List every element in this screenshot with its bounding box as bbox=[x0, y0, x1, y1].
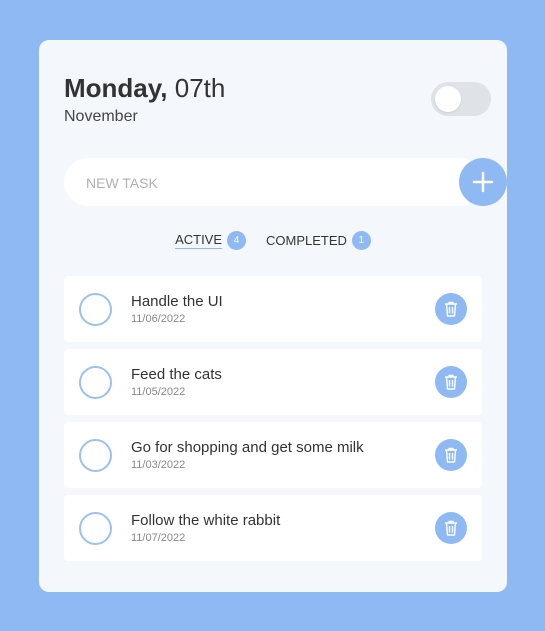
task-text: Handle the UI 11/06/2022 bbox=[131, 293, 223, 325]
completed-count-badge: 1 bbox=[351, 231, 371, 250]
active-count-badge: 4 bbox=[227, 231, 247, 250]
task-date: 11/06/2022 bbox=[131, 313, 186, 325]
delete-task-button[interactable] bbox=[435, 439, 467, 471]
trash-icon bbox=[445, 301, 457, 317]
date-heading: Monday, 07th bbox=[64, 73, 484, 103]
task-title: Go for shopping and get some milk bbox=[131, 439, 364, 456]
tab-active[interactable]: ACTIVE 4 bbox=[175, 231, 247, 250]
task-item: Feed the cats 11/05/2022 bbox=[64, 349, 482, 415]
todo-card: Monday, 07th November ACTIVE 4 COMPLETED… bbox=[39, 40, 507, 592]
toggle-knob bbox=[435, 86, 461, 112]
tab-completed-label: COMPLETED bbox=[266, 233, 347, 248]
delete-task-button[interactable] bbox=[435, 293, 467, 325]
task-tabs: ACTIVE 4 COMPLETED 1 bbox=[39, 231, 507, 250]
task-text: Follow the white rabbit 11/07/2022 bbox=[131, 512, 280, 544]
task-complete-checkbox[interactable] bbox=[79, 512, 112, 545]
month-label: November bbox=[64, 108, 138, 125]
tab-active-label: ACTIVE bbox=[175, 232, 223, 249]
task-text: Feed the cats 11/05/2022 bbox=[131, 366, 222, 398]
new-task-bar bbox=[64, 158, 507, 208]
day-number: 07th bbox=[174, 73, 226, 103]
task-date: 11/05/2022 bbox=[131, 386, 186, 398]
task-item: Follow the white rabbit 11/07/2022 bbox=[64, 495, 482, 561]
task-title: Follow the white rabbit bbox=[131, 512, 281, 529]
task-text: Go for shopping and get some milk 11/03/… bbox=[131, 439, 364, 471]
task-item: Handle the UI 11/06/2022 bbox=[64, 276, 482, 342]
trash-icon bbox=[445, 520, 457, 536]
plus-icon bbox=[472, 171, 494, 193]
new-task-input[interactable] bbox=[84, 158, 428, 208]
task-complete-checkbox[interactable] bbox=[79, 439, 112, 472]
task-item: Go for shopping and get some milk 11/03/… bbox=[64, 422, 482, 488]
theme-toggle[interactable] bbox=[431, 82, 491, 116]
day-name: Monday, bbox=[64, 73, 168, 103]
task-complete-checkbox[interactable] bbox=[79, 366, 112, 399]
header: Monday, 07th November bbox=[64, 73, 491, 133]
add-task-button[interactable] bbox=[459, 158, 507, 206]
task-date: 11/03/2022 bbox=[131, 459, 186, 471]
task-date: 11/07/2022 bbox=[131, 532, 186, 544]
task-title: Feed the cats bbox=[131, 366, 222, 383]
trash-icon bbox=[445, 447, 457, 463]
task-list: Handle the UI 11/06/2022 Feed the cats 1… bbox=[64, 276, 482, 568]
delete-task-button[interactable] bbox=[435, 366, 467, 398]
delete-task-button[interactable] bbox=[435, 512, 467, 544]
trash-icon bbox=[445, 374, 457, 390]
task-complete-checkbox[interactable] bbox=[79, 293, 112, 326]
tab-completed[interactable]: COMPLETED 1 bbox=[266, 231, 371, 250]
task-title: Handle the UI bbox=[131, 293, 223, 310]
